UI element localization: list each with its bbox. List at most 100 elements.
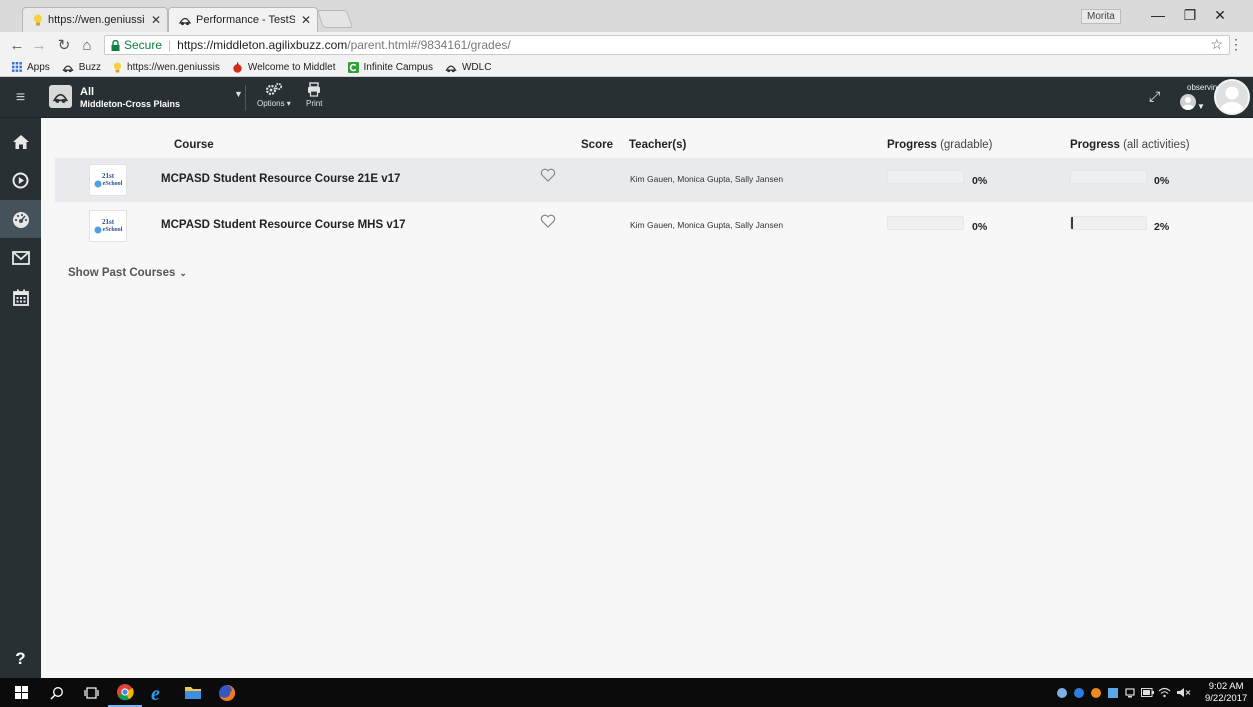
browser-menu-icon[interactable]: ⋮: [1229, 36, 1243, 53]
bookmark-label: Apps: [27, 61, 50, 73]
course-thumbnail[interactable]: 21st eSchool: [89, 164, 127, 196]
buzz-icon: [179, 14, 191, 26]
observed-user-avatar[interactable]: [1180, 94, 1196, 110]
progress-percent-all: 2%: [1154, 221, 1170, 233]
home-nav-icon[interactable]: [0, 123, 41, 161]
caret-down-icon[interactable]: ▼: [234, 89, 243, 99]
bookmark-buzz[interactable]: Buzz: [62, 62, 101, 73]
column-header-progress-gradable[interactable]: Progress (gradable): [887, 139, 992, 151]
apple-icon: [232, 62, 243, 73]
edge-ie-icon[interactable]: e: [142, 678, 176, 707]
taskbar-clock[interactable]: 9:02 AM 9/22/2017: [1205, 681, 1247, 705]
firefox-icon[interactable]: [210, 678, 244, 707]
column-header-progress-all[interactable]: Progress (all activities): [1070, 139, 1190, 151]
address-bar[interactable]: Secure | https://middleton.agilixbuzz.co…: [104, 35, 1230, 55]
help-question-icon[interactable]: ?: [0, 644, 41, 674]
bookmark-star-icon[interactable]: ☆: [1210, 36, 1223, 53]
close-icon[interactable]: ✕: [301, 13, 311, 27]
grades-panel: Course Score Teacher(s) Progress (gradab…: [41, 118, 1253, 678]
chrome-icon[interactable]: [108, 678, 142, 707]
bookmark-apps[interactable]: Apps: [12, 62, 50, 73]
apps-grid-icon: [12, 62, 22, 72]
bookmarks-bar: Apps Buzz https://wen.geniussis Welcome …: [0, 58, 1253, 77]
bookmark-wdlc[interactable]: WDLC: [445, 62, 491, 73]
dashboard-gauge-icon[interactable]: [0, 200, 41, 238]
task-view-icon[interactable]: [74, 678, 108, 707]
window-close-icon[interactable]: ✕: [1206, 4, 1234, 26]
table-row[interactable]: 21st eSchool MCPASD Student Resource Cou…: [55, 204, 1253, 248]
secure-label: Secure: [124, 38, 163, 52]
calendar-icon[interactable]: [0, 278, 41, 316]
url-separator: |: [168, 38, 172, 52]
progress-bar-all: [1070, 216, 1147, 230]
heart-icon[interactable]: [540, 168, 556, 182]
tray-orange-app-icon[interactable]: [1089, 678, 1103, 707]
browser-tab-title: https://wen.geniussis.co: [48, 14, 145, 26]
windows-start-icon[interactable]: [4, 678, 38, 707]
heart-icon[interactable]: [540, 214, 556, 228]
mail-envelope-icon[interactable]: [0, 239, 41, 277]
domain-subtitle[interactable]: Middleton-Cross Plains: [80, 99, 180, 109]
new-tab-button[interactable]: [316, 10, 354, 28]
course-title[interactable]: MCPASD Student Resource Course MHS v17: [161, 219, 406, 231]
caret-down-icon[interactable]: ▼: [1197, 102, 1205, 111]
hamburger-menu-icon[interactable]: ≡: [0, 77, 41, 118]
thumb-logo: eSchool: [94, 226, 122, 234]
course-thumbnail[interactable]: 21st eSchool: [89, 210, 127, 242]
progress-bar-gradable: [887, 216, 964, 230]
close-icon[interactable]: ✕: [151, 13, 161, 27]
bookmark-infinite-campus[interactable]: Infinite Campus: [347, 61, 433, 73]
bookmark-geniussis[interactable]: https://wen.geniussis: [113, 62, 220, 73]
home-icon[interactable]: ⌂: [78, 36, 96, 54]
browser-tab-geniussis[interactable]: https://wen.geniussis.co ✕: [22, 7, 168, 32]
tray-calendar-app-icon[interactable]: [1106, 678, 1120, 707]
tray-network-app-icon[interactable]: [1055, 678, 1069, 707]
forward-arrow-icon[interactable]: →: [30, 36, 48, 54]
gears-icon: [265, 82, 283, 97]
url-path: /parent.html#/9834161/grades/: [347, 38, 511, 52]
reload-icon[interactable]: ↻: [55, 36, 73, 54]
progress-bar-gradable: [887, 170, 964, 184]
wifi-icon[interactable]: [1157, 678, 1171, 707]
table-row[interactable]: 21st eSchool MCPASD Student Resource Cou…: [55, 158, 1253, 202]
progress-bar-all: [1070, 170, 1147, 184]
tray-network-icon[interactable]: [1123, 678, 1137, 707]
app-header: ≡ All Middleton-Cross Plains ▼ Options ▾…: [0, 77, 1253, 118]
options-button[interactable]: Options ▾: [257, 82, 291, 108]
progress-percent-gradable: 0%: [972, 221, 988, 233]
file-explorer-icon[interactable]: [176, 678, 210, 707]
thumb-logo: eSchool: [94, 180, 122, 188]
back-arrow-icon[interactable]: ←: [8, 36, 26, 54]
course-teachers: Kim Gauen, Monica Gupta, Sally Jansen: [630, 220, 784, 230]
battery-icon[interactable]: [1140, 678, 1154, 707]
browser-tab-title: Performance - TestStude: [196, 14, 295, 26]
url-host: https://middleton.agilixbuzz.com: [177, 38, 348, 52]
globe-icon: [94, 180, 102, 188]
play-circle-icon[interactable]: [0, 161, 41, 199]
chevron-down-icon: ⌄: [179, 268, 187, 278]
expand-icon[interactable]: ⤢: [1149, 88, 1160, 105]
volume-muted-icon[interactable]: [1174, 678, 1192, 707]
options-label: Options ▾: [257, 99, 291, 108]
browser-tab-performance[interactable]: Performance - TestStude ✕: [168, 7, 318, 32]
column-header-course[interactable]: Course: [174, 139, 214, 151]
course-title[interactable]: MCPASD Student Resource Course 21E v17: [161, 173, 400, 185]
lock-icon: [111, 39, 120, 51]
buzz-logo-icon[interactable]: [49, 85, 72, 108]
bookmark-label: WDLC: [461, 61, 492, 73]
show-past-courses-button[interactable]: Show Past Courses ⌄: [68, 267, 187, 279]
domain-name[interactable]: All: [80, 86, 94, 98]
column-header-score[interactable]: Score: [581, 139, 613, 151]
search-icon[interactable]: [40, 678, 74, 707]
column-header-teachers[interactable]: Teacher(s): [629, 139, 686, 151]
left-sidebar: ?: [0, 118, 41, 678]
user-avatar[interactable]: [1214, 79, 1250, 115]
bookmark-welcome-middleton[interactable]: Welcome to Middlet: [232, 62, 336, 73]
print-button[interactable]: Print: [306, 82, 322, 108]
profile-name-badge[interactable]: Morita: [1081, 9, 1121, 24]
thumb-line-1: 21st: [101, 172, 115, 180]
show-past-courses-label: Show Past Courses: [68, 267, 176, 279]
restore-icon[interactable]: ❐: [1176, 4, 1204, 26]
tray-blue-app-icon[interactable]: [1072, 678, 1086, 707]
minimize-icon[interactable]: —: [1144, 4, 1172, 26]
